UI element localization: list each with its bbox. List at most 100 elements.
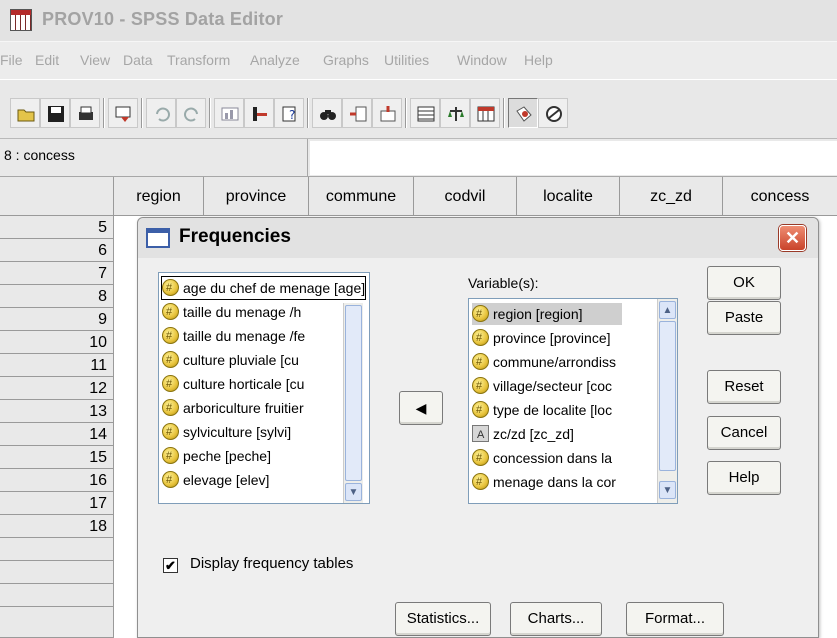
list-item[interactable]: type de localite [loc	[472, 399, 612, 421]
row-header[interactable]: 10	[0, 331, 114, 354]
row-header[interactable]	[0, 561, 114, 584]
menu-utilities[interactable]: Utilities	[384, 52, 429, 68]
split-file-icon[interactable]	[410, 98, 440, 128]
cell-value-input[interactable]	[310, 141, 837, 175]
row-header[interactable]: 6	[0, 239, 114, 262]
grid-corner[interactable]	[0, 177, 114, 216]
menu-edit[interactable]: Edit	[35, 52, 59, 68]
insert-case-icon[interactable]	[342, 98, 372, 128]
toolbar: ?	[0, 79, 837, 139]
scrollbar-thumb[interactable]	[659, 321, 676, 471]
row-header[interactable]: 11	[0, 354, 114, 377]
string-variable-icon	[472, 424, 489, 446]
row-header[interactable]	[0, 607, 114, 638]
close-button[interactable]: ✕	[779, 225, 806, 251]
list-item[interactable]: zc/zd [zc_zd]	[472, 423, 574, 446]
menu-data[interactable]: Data	[123, 52, 153, 68]
statistics-button[interactable]: Statistics...	[395, 602, 491, 636]
menu-help[interactable]: Help	[524, 52, 553, 68]
selected-list-scrollbar[interactable]: ▲ ▼	[657, 299, 677, 503]
open-folder-icon[interactable]	[10, 98, 40, 128]
list-item[interactable]: village/secteur [coc	[472, 375, 612, 397]
display-frequency-tables-checkbox[interactable]: ✔	[163, 558, 178, 573]
column-header-codvil[interactable]: codvil	[414, 177, 517, 216]
list-item[interactable]: menage dans la cor	[472, 471, 616, 493]
goto-chart-icon[interactable]	[214, 98, 244, 128]
list-item[interactable]: culture horticale [cu	[162, 373, 304, 395]
list-item[interactable]: elevage [elev]	[162, 469, 269, 491]
column-header-commune[interactable]: commune	[309, 177, 414, 216]
scroll-down-arrow-icon[interactable]: ▼	[659, 481, 676, 499]
charts-button[interactable]: Charts...	[510, 602, 602, 636]
help-button[interactable]: Help	[707, 461, 781, 495]
scrollbar-thumb[interactable]	[345, 305, 362, 481]
row-header[interactable]: 8	[0, 285, 114, 308]
ok-button[interactable]: OK	[707, 266, 781, 300]
row-header[interactable]: 18	[0, 515, 114, 538]
column-header-localite[interactable]: localite	[517, 177, 620, 216]
source-variable-list[interactable]: age du chef de menage [age] taille du me…	[158, 272, 370, 504]
menu-analyze[interactable]: Analyze	[250, 52, 300, 68]
list-item[interactable]: taille du menage /h	[162, 301, 301, 323]
spss-app-icon[interactable]	[10, 9, 32, 31]
list-item-label: age du chef de menage [age]	[183, 280, 366, 296]
row-header[interactable]: 9	[0, 308, 114, 331]
selected-variables-list[interactable]: region [region] province [province] comm…	[468, 298, 678, 504]
variables-icon[interactable]: ?	[274, 98, 304, 128]
cancel-button[interactable]: Cancel	[707, 416, 781, 450]
list-item[interactable]: commune/arrondiss	[472, 351, 616, 373]
numeric-variable-icon	[162, 301, 179, 323]
column-header-province[interactable]: province	[204, 177, 309, 216]
menu-view[interactable]: View	[80, 52, 110, 68]
menu-transform[interactable]: Transform	[167, 52, 230, 68]
menu-file[interactable]: File	[0, 52, 23, 68]
row-header[interactable]: 7	[0, 262, 114, 285]
menu-window[interactable]: Window	[457, 52, 507, 68]
save-icon[interactable]	[40, 98, 70, 128]
list-item[interactable]: culture pluviale [cu	[162, 349, 299, 371]
row-header[interactable]: 5	[0, 216, 114, 239]
print-icon[interactable]	[70, 98, 100, 128]
numeric-variable-icon	[472, 375, 489, 397]
list-item[interactable]: concession dans la	[472, 447, 612, 469]
list-item[interactable]: peche [peche]	[162, 445, 271, 467]
reset-button[interactable]: Reset	[707, 370, 781, 404]
use-sets-icon[interactable]	[538, 98, 568, 128]
column-header-region[interactable]: region	[114, 177, 204, 216]
source-list-scrollbar[interactable]: ▼	[343, 303, 363, 503]
goto-case-icon[interactable]	[244, 98, 274, 128]
list-item[interactable]: taille du menage /fe	[162, 325, 305, 347]
menu-graphs[interactable]: Graphs	[323, 52, 369, 68]
format-button[interactable]: Format...	[626, 602, 724, 636]
row-header[interactable]: 15	[0, 446, 114, 469]
list-item[interactable]: sylviculture [sylvi]	[162, 421, 291, 443]
numeric-variable-icon	[162, 277, 179, 299]
list-item[interactable]: age du chef de menage [age]	[160, 276, 367, 300]
list-item[interactable]: province [province]	[472, 327, 611, 349]
list-item[interactable]: arboriculture fruitier	[162, 397, 304, 419]
row-header[interactable]	[0, 538, 114, 561]
find-icon[interactable]	[312, 98, 342, 128]
move-variable-button[interactable]: ◀	[399, 391, 443, 425]
list-item[interactable]: region [region]	[472, 303, 622, 325]
scroll-down-arrow-icon[interactable]: ▼	[345, 483, 362, 501]
row-header[interactable]: 17	[0, 492, 114, 515]
redo-icon[interactable]	[176, 98, 206, 128]
row-header[interactable]: 12	[0, 377, 114, 400]
column-header-concess[interactable]: concess	[723, 177, 837, 216]
select-cases-icon[interactable]	[470, 98, 500, 128]
row-header[interactable]: 13	[0, 400, 114, 423]
column-header-zc-zd[interactable]: zc_zd	[620, 177, 723, 216]
row-header[interactable]: 16	[0, 469, 114, 492]
row-header[interactable]	[0, 584, 114, 607]
row-header[interactable]: 14	[0, 423, 114, 446]
dialog-recall-icon[interactable]	[108, 98, 138, 128]
value-labels-icon[interactable]	[508, 98, 538, 128]
undo-icon[interactable]	[146, 98, 176, 128]
insert-variable-icon[interactable]	[372, 98, 402, 128]
weight-cases-icon[interactable]	[440, 98, 470, 128]
paste-button[interactable]: Paste	[707, 301, 781, 335]
variables-label: Variable(s):	[468, 275, 539, 291]
scroll-up-arrow-icon[interactable]: ▲	[659, 301, 676, 319]
numeric-variable-icon	[162, 421, 179, 443]
